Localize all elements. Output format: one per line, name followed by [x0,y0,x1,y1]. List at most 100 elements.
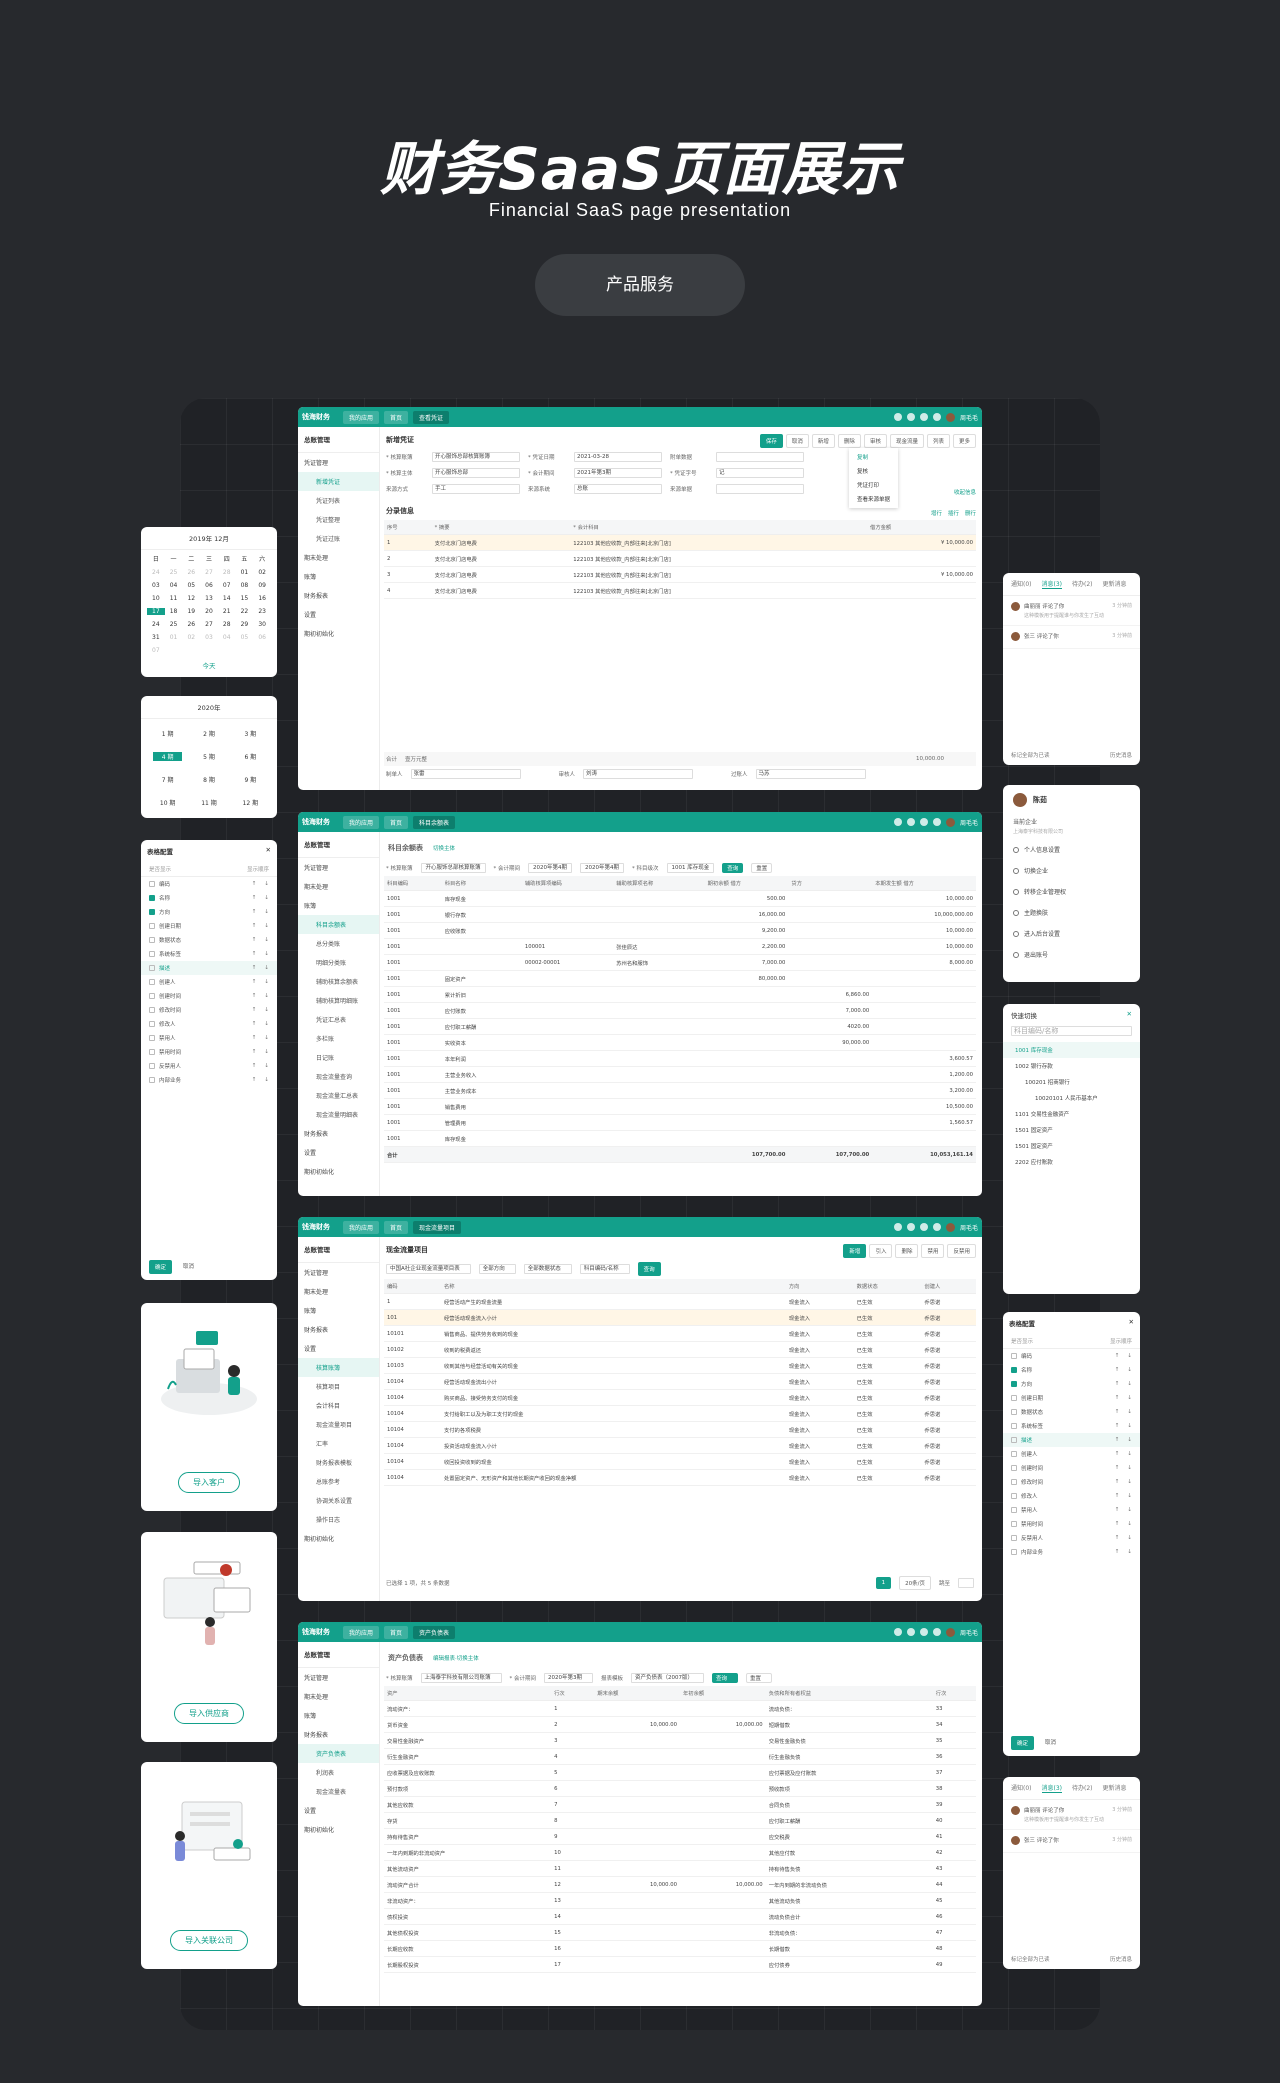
arrow-down-icon[interactable]: ↓ [1127,1493,1132,1499]
sidebar-subitem[interactable]: 现金流量查询 [298,1067,379,1086]
nav-home-tab[interactable]: 首页 [384,815,409,829]
notification-tab[interactable]: 通知(0) [1011,1783,1032,1793]
toolbar-button[interactable]: 更多 [952,434,976,448]
filter-input[interactable]: 1001 库存现金 [666,863,715,873]
user-name[interactable]: 周毛毛 [960,818,978,827]
notification-item[interactable]: 曲丽丽 评论了你 这种模板用于提醒谁与你发生了互动 3 分钟前 [1003,1800,1140,1830]
column-header[interactable]: 期末余额 [594,1686,680,1701]
sidebar-item[interactable]: 期初初始化 [298,624,379,643]
calendar-day[interactable]: 16 [253,595,271,602]
arrow-up-icon[interactable]: ↑ [252,895,257,901]
grid-icon[interactable] [932,1628,941,1636]
checkbox[interactable] [1011,1535,1017,1541]
arrow-down-icon[interactable]: ↓ [264,909,269,915]
sidebar-subitem[interactable]: 现金流量明细表 [298,1105,379,1124]
signoff-input[interactable]: 刘涛 [583,769,694,779]
sidebar-subitem[interactable]: 科目余额表 [298,915,379,934]
settings-icon[interactable] [919,818,928,826]
period-item[interactable]: 9 期 [230,775,271,784]
arrow-down-icon[interactable]: ↓ [1127,1465,1132,1471]
arrow-down-icon[interactable]: ↓ [264,1049,269,1055]
table-row[interactable]: 流动资产合计 12 10,000.00 10,000.00 一年内到期的非流动负债 44 [384,1876,976,1893]
period-item[interactable]: 2 期 [188,729,229,738]
calendar-day[interactable]: 24 [147,569,165,576]
calendar-day[interactable]: 13 [200,595,218,602]
table-row[interactable]: 10104 投资活动现金流入小计 现金流入 已生效 乔思诺 [384,1437,976,1454]
active-tab[interactable]: 科目余额表 [413,815,456,829]
toolbar-button[interactable]: 新增 [811,434,835,448]
calendar-day[interactable]: 03 [200,634,218,641]
column-header[interactable]: 借方金额 [867,520,976,535]
field-input[interactable]: 总账 [574,484,662,494]
column-header[interactable]: 贷方 [788,876,873,891]
toolbar-button[interactable]: 取消 [785,434,809,448]
table-row[interactable]: 其他债权投资 15 非流动负债： 47 [384,1924,976,1941]
table-row[interactable]: 1001 实收资本 90,000.00 [384,1034,976,1051]
calendar-day[interactable]: 01 [165,634,183,641]
tree-node[interactable]: 1001 库存现金 [1003,1042,1140,1058]
sidebar-subitem[interactable]: 日记账 [298,1048,379,1067]
filter-input[interactable]: 资产负债表（2007版） [631,1673,705,1683]
table-row[interactable]: 其他流动资产 11 持有待售负债 43 [384,1860,976,1877]
period-item[interactable]: 7 期 [147,775,188,784]
product-service-pill[interactable]: 产品服务 [535,254,745,316]
calendar-day[interactable]: 04 [218,634,236,641]
arrow-up-icon[interactable]: ↑ [1115,1353,1120,1359]
row-action[interactable]: 增行 [931,511,942,517]
table-row[interactable]: 债权投资 14 流动负债合计 46 [384,1908,976,1925]
calendar-day[interactable]: 25 [165,621,183,628]
calendar-day[interactable]: 07 [147,647,165,654]
config-row[interactable]: 创建时间 ↑ ↓ [141,989,277,1003]
table-row[interactable]: 101 经营活动现金流入小计 现金流入 已生效 乔思诺 [384,1309,976,1326]
arrow-up-icon[interactable]: ↑ [1115,1437,1120,1443]
sidebar-subitem[interactable]: 多栏账 [298,1029,379,1048]
calendar-day[interactable]: 28 [218,621,236,628]
sidebar-subitem[interactable]: 凭证过账 [298,529,379,548]
sidebar-subitem[interactable]: 明细分类账 [298,953,379,972]
sidebar-subitem[interactable]: 财务报表模板 [298,1453,379,1472]
sidebar-item[interactable]: 账簿 [298,1301,379,1320]
calendar-day[interactable]: 01 [236,569,254,576]
calendar-day[interactable]: 08 [236,582,254,589]
checkbox[interactable] [1011,1549,1017,1555]
arrow-down-icon[interactable]: ↓ [264,1007,269,1013]
settings-icon[interactable] [919,1628,928,1636]
calendar-day[interactable]: 26 [182,569,200,576]
field-input[interactable]: 开心服饰总部核算账簿 [432,452,520,462]
bell-icon[interactable] [893,1628,902,1636]
arrow-up-icon[interactable]: ↑ [252,1035,257,1041]
table-row[interactable]: 1001 100001 张佳辰达 2,200.00 10,000.00 [384,938,976,955]
sidebar-item[interactable]: 凭证管理 [298,1263,379,1282]
toolbar-button[interactable]: 删除 [895,1244,919,1258]
toolbar-button[interactable]: 删除 [837,434,861,448]
sidebar-subitem[interactable]: 现金流量表 [298,1782,379,1801]
table-row[interactable]: 1001 应付职工薪酬 4020.00 [384,1018,976,1035]
profile-menu-item[interactable]: 主题换肤 [1003,902,1140,923]
column-header[interactable]: 序号 [384,520,432,535]
sidebar-subitem[interactable]: 核算项目 [298,1377,379,1396]
config-row[interactable]: 修改时间 ↑ ↓ [1003,1475,1140,1489]
config-row[interactable]: 创建时间 ↑ ↓ [1003,1461,1140,1475]
calendar-day[interactable]: 26 [182,621,200,628]
calendar-day[interactable]: 06 [200,582,218,589]
menu-item[interactable]: 复核 [849,464,898,478]
arrow-up-icon[interactable]: ↑ [252,1077,257,1083]
table-row[interactable]: 4 支付北京门店电费 122103 其他应收款_内部往来[北京门店] [384,582,976,599]
nav-my-apps[interactable]: 我的应用 [343,1220,380,1234]
today-link[interactable]: 今天 [141,658,277,670]
arrow-down-icon[interactable]: ↓ [1127,1367,1132,1373]
calendar-day[interactable]: 27 [200,621,218,628]
notification-tab[interactable]: 消息(3) [1041,579,1062,589]
sidebar-subitem[interactable]: 现金流量项目 [298,1415,379,1434]
user-avatar[interactable] [945,1222,955,1232]
tree-search-input[interactable]: 科目编码/名称 [1011,1026,1132,1036]
checkbox[interactable] [149,965,155,971]
table-row[interactable]: 一年内到期的非流动资产 10 其他应付款 42 [384,1844,976,1861]
checkbox[interactable] [1011,1423,1017,1429]
user-name[interactable]: 周毛毛 [960,1628,978,1637]
notification-tab[interactable]: 更新消息 [1103,1783,1127,1793]
calendar-day[interactable]: 25 [165,569,183,576]
arrow-down-icon[interactable]: ↓ [264,1035,269,1041]
checkbox[interactable] [1011,1479,1017,1485]
period-header[interactable]: 2020年 [141,696,277,719]
